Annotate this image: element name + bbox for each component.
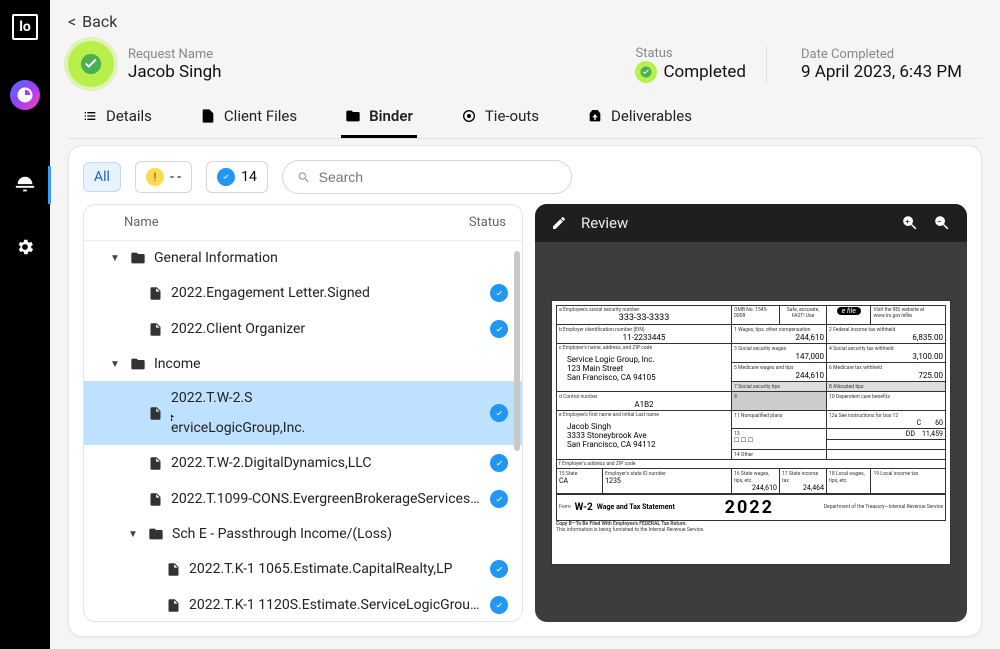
tab-binder[interactable]: Binder — [341, 97, 417, 138]
node-label: Income — [154, 356, 508, 372]
date-completed-value: 9 April 2023, 6:43 PM — [801, 62, 962, 82]
content-card: All ! - - 14 Name Status — [68, 145, 982, 637]
preview-panel: Review a Employee's social security numb… — [535, 204, 967, 622]
pencil-icon[interactable] — [551, 215, 567, 231]
node-label: 2022.Client Organizer — [171, 321, 482, 337]
w2-employer-name: Service Logic Group, Inc. — [567, 355, 721, 364]
node-label: 2022.T.K-1 1120S.Estimate.ServiceLogicGr… — [189, 597, 482, 613]
tree-file[interactable]: 2022.T.W-2.ServiceLogicGroup,Inc. — [84, 381, 522, 445]
main-area: < Back Request Name Jacob Singh Status C… — [50, 0, 1000, 649]
tree-file[interactable]: 2022.T.W-2.DigitalDynamics,LLC — [84, 445, 522, 481]
tree-header: Name Status — [84, 205, 522, 241]
tree-file[interactable]: 2022.T.K-1 1065.Estimate.CapitalRealty,L… — [84, 551, 522, 587]
chevron-down-icon: ▼ — [128, 529, 140, 540]
warning-icon: ! — [146, 168, 164, 186]
w2-box5: 244,610 — [734, 371, 824, 380]
tree-body[interactable]: ▼ General Information 2022.Engagement Lett… — [84, 241, 522, 621]
w2-box6: 725.00 — [829, 371, 943, 380]
w2-form: a Employee's social security number 333-… — [551, 300, 951, 565]
w2-employee-name: Jacob Singh — [567, 422, 721, 431]
node-label: Sch E - Passthrough Income/(Loss) — [172, 526, 508, 542]
status-done-icon — [490, 404, 508, 422]
filter-bar: All ! - - 14 — [69, 146, 981, 204]
status-value: Completed — [663, 62, 746, 82]
status-label: Status — [635, 46, 746, 61]
w2-ein: 11-2233445 — [559, 333, 729, 342]
node-label: 2022.T.K-1 1065.Estimate.CapitalRealty,L… — [189, 561, 482, 577]
column-name: Name — [100, 215, 469, 230]
tab-client-files[interactable]: Client Files — [196, 97, 301, 138]
node-label: 2022.T.W-2.ServiceLogicGroup,Inc. — [171, 390, 482, 436]
search-box[interactable] — [282, 160, 572, 194]
search-input[interactable] — [319, 169, 557, 185]
node-label: 2022.Engagement Letter.Signed — [171, 285, 482, 301]
tax-year: 2022 — [725, 497, 774, 518]
review-label[interactable]: Review — [581, 214, 628, 232]
preview-toolbar: Review — [535, 204, 967, 242]
tab-tie-outs[interactable]: Tie-outs — [457, 97, 543, 138]
tab-deliverables[interactable]: Deliverables — [583, 97, 696, 138]
tree-folder[interactable]: ▼ General Information — [84, 241, 522, 275]
w2-box3: 147,000 — [734, 352, 824, 361]
chevron-down-icon: ▼ — [110, 253, 122, 264]
form-number: W-2 — [575, 502, 593, 513]
filter-all[interactable]: All — [83, 162, 121, 192]
serve-icon[interactable] — [10, 170, 40, 200]
tree-folder[interactable]: ▼ Income — [84, 347, 522, 381]
zoom-out-icon[interactable] — [933, 214, 951, 232]
request-header: Request Name Jacob Singh Status Complete… — [68, 41, 982, 97]
tree-folder[interactable]: ▼ Sch E - Passthrough Income/(Loss) — [84, 517, 522, 551]
tree-file[interactable]: 2022.T.K-1 1120S.Estimate.ServiceLogicGr… — [84, 587, 522, 621]
column-status: Status — [469, 215, 506, 230]
status-done-icon — [490, 284, 508, 302]
w2-ssn: 333-33-3333 — [559, 313, 729, 323]
node-label: General Information — [154, 250, 508, 266]
w2-control: A1B2 — [559, 400, 729, 409]
status-check-icon — [635, 61, 657, 83]
tab-bar: Details Client Files Binder Tie-outs Del… — [68, 97, 982, 139]
request-name-value: Jacob Singh — [128, 62, 581, 82]
left-rail: lo — [0, 0, 50, 649]
back-label: Back — [82, 12, 117, 31]
status-done-icon — [490, 596, 508, 614]
node-label: 2022.T.1099-CONS.EvergreenBrokerageServi… — [171, 491, 482, 507]
status-done-icon — [490, 320, 508, 338]
tree-file[interactable]: 2022.Engagement Letter.Signed — [84, 275, 522, 311]
check-icon — [217, 168, 235, 186]
status-done-icon — [490, 560, 508, 578]
gear-icon[interactable] — [10, 232, 40, 262]
tab-details[interactable]: Details — [78, 97, 156, 138]
node-label: 2022.T.W-2.DigitalDynamics,LLC — [171, 455, 482, 471]
file-tree-panel: Name Status ▼ General Information 2022.Eng… — [83, 204, 523, 622]
tree-file[interactable]: 2022.Client Organizer — [84, 311, 522, 347]
scrollbar[interactable] — [514, 251, 520, 451]
status-done-icon — [490, 490, 508, 508]
w2-box4: 3,100.00 — [829, 352, 943, 361]
filter-pending[interactable]: ! - - — [135, 161, 192, 193]
chevron-down-icon: ▼ — [110, 359, 122, 370]
back-link[interactable]: < Back — [68, 12, 982, 31]
w2-box1: 244,610 — [734, 333, 824, 342]
document-viewport[interactable]: a Employee's social security number 333-… — [535, 242, 967, 622]
status-done-icon — [490, 454, 508, 472]
app-logo[interactable]: lo — [12, 14, 38, 40]
date-completed-label: Date Completed — [801, 47, 962, 62]
request-name-label: Request Name — [128, 47, 581, 62]
status-badge-icon — [68, 41, 114, 87]
zoom-in-icon[interactable] — [901, 214, 919, 232]
chevron-left-icon: < — [68, 12, 76, 31]
workspace-icon[interactable] — [10, 80, 40, 110]
efile-logo: e file — [837, 307, 861, 315]
w2-box2: 6,835.00 — [829, 333, 943, 342]
tree-file[interactable]: 2022.T.1099-CONS.EvergreenBrokerageServi… — [84, 481, 522, 517]
filter-done[interactable]: 14 — [206, 161, 268, 193]
